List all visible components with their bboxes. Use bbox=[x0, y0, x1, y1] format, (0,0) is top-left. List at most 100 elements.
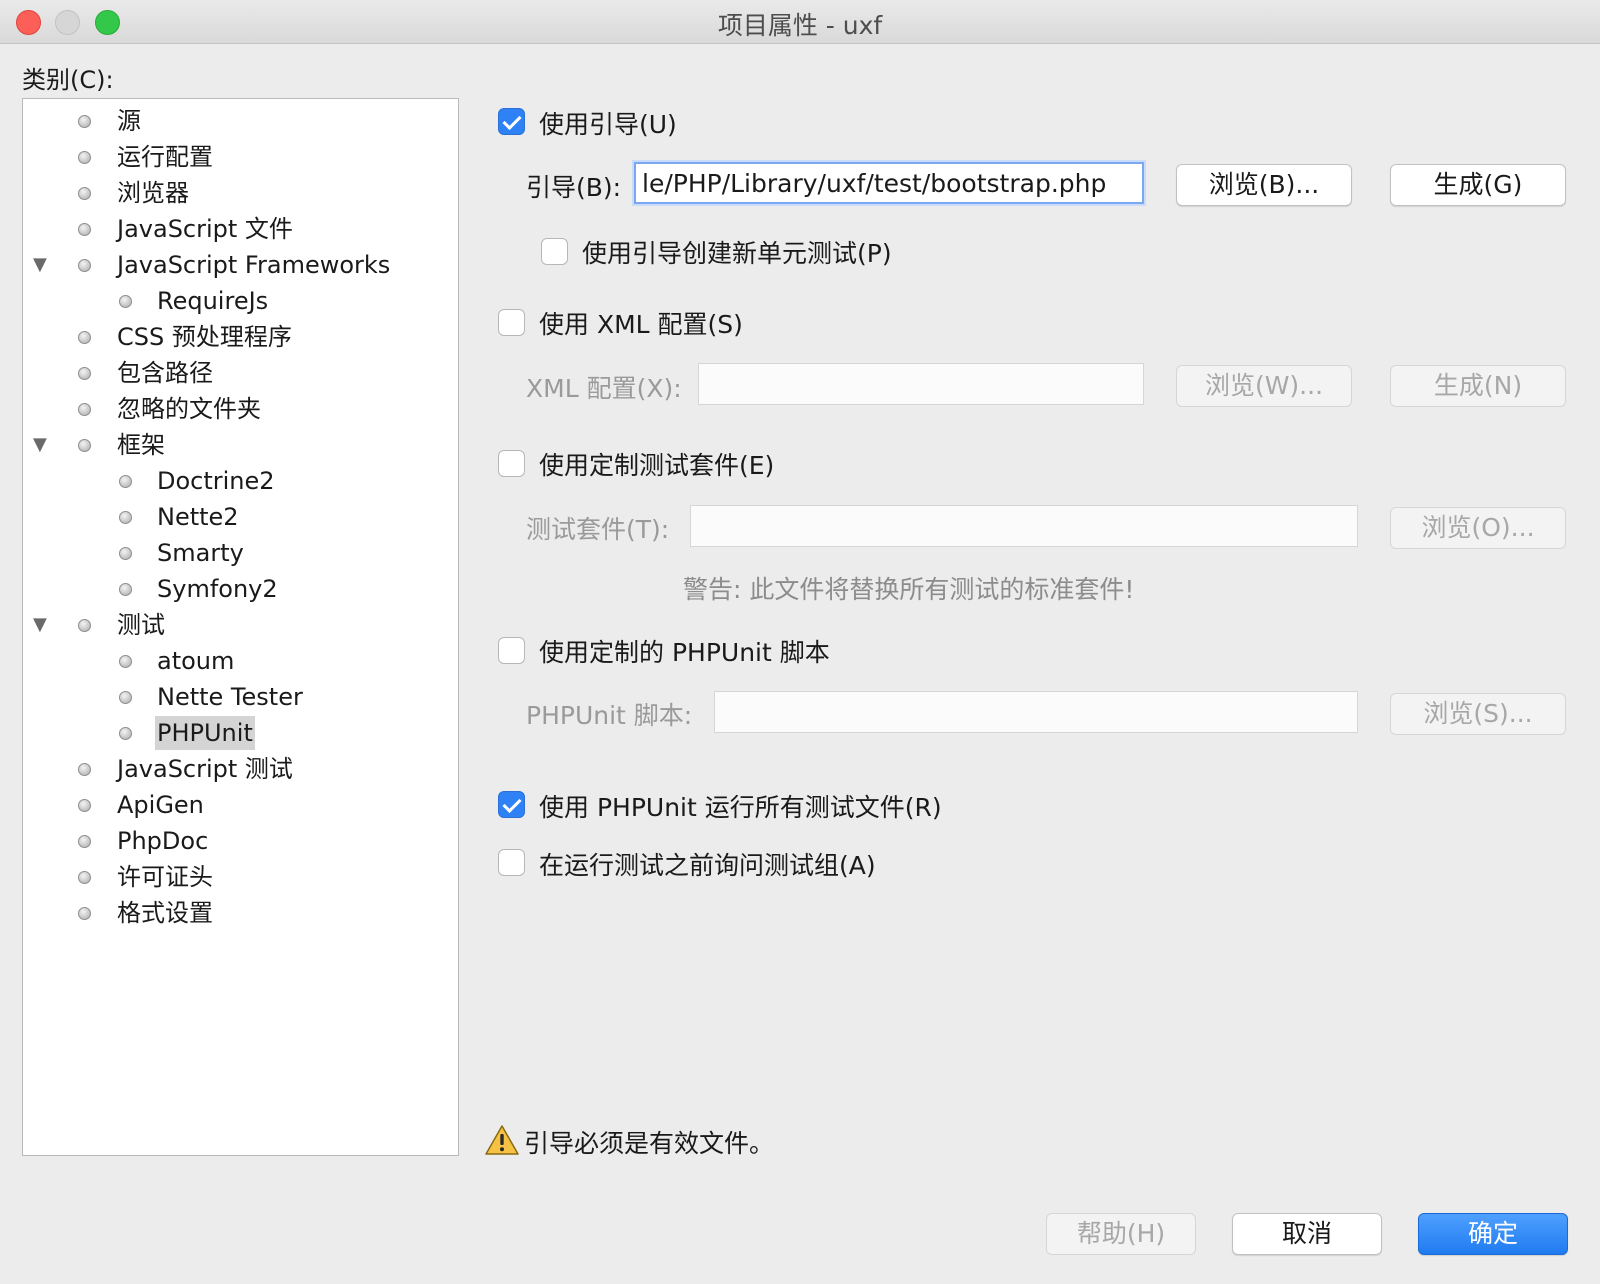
tree-item[interactable]: CSS 预处理程序 bbox=[23, 320, 458, 354]
node-bullet-icon bbox=[119, 547, 132, 560]
tree-item[interactable]: ▼ 框架 bbox=[23, 428, 458, 462]
tree-item-label: atoum bbox=[157, 647, 235, 675]
run-all-test-files-checkbox[interactable] bbox=[498, 791, 525, 818]
generate-xml-config-button[interactable]: 生成(N) bbox=[1390, 365, 1566, 407]
node-bullet-icon bbox=[78, 187, 91, 200]
tree-item-label: 框架 bbox=[117, 431, 165, 459]
node-bullet-icon bbox=[78, 439, 91, 452]
node-bullet-icon bbox=[119, 295, 132, 308]
expand-arrow-icon[interactable]: ▼ bbox=[33, 248, 47, 282]
node-bullet-icon bbox=[119, 727, 132, 740]
tree-item-label: CSS 预处理程序 bbox=[117, 323, 292, 351]
tree-item[interactable]: ▼ 测试 bbox=[23, 608, 458, 642]
tree-item-label: JavaScript 测试 bbox=[117, 755, 293, 783]
tree-item-label: Symfony2 bbox=[157, 575, 278, 603]
suite-warning-note: 警告: 此文件将替换所有测试的标准套件! bbox=[683, 575, 1135, 604]
create-tests-with-bootstrap-checkbox[interactable] bbox=[541, 238, 568, 265]
tree-item[interactable]: RequireJs bbox=[23, 284, 458, 318]
use-bootstrap-checkbox[interactable] bbox=[498, 108, 525, 135]
tree-item[interactable]: Smarty bbox=[23, 536, 458, 570]
tree-item[interactable]: ▼ JavaScript Frameworks bbox=[23, 248, 458, 282]
tree-item-label: 包含路径 bbox=[117, 359, 213, 387]
node-bullet-icon bbox=[78, 763, 91, 776]
tree-item[interactable]: 格式设置 bbox=[23, 896, 458, 930]
xml-config-input[interactable] bbox=[698, 363, 1144, 405]
node-bullet-icon bbox=[78, 871, 91, 884]
bootstrap-path-input[interactable] bbox=[634, 162, 1144, 204]
test-suite-field-label: 测试套件(T): bbox=[526, 515, 670, 544]
tree-item-label: JavaScript Frameworks bbox=[117, 251, 391, 279]
tree-item[interactable]: Nette Tester bbox=[23, 680, 458, 714]
xml-config-field-label: XML 配置(X): bbox=[526, 374, 682, 403]
ok-button[interactable]: 确定 bbox=[1418, 1213, 1568, 1255]
ask-test-groups-checkbox[interactable] bbox=[498, 849, 525, 876]
node-bullet-icon bbox=[78, 367, 91, 380]
node-bullet-icon bbox=[119, 511, 132, 524]
node-bullet-icon bbox=[78, 151, 91, 164]
tree-item[interactable]: PhpDoc bbox=[23, 824, 458, 858]
browse-bootstrap-button[interactable]: 浏览(B)... bbox=[1176, 164, 1352, 206]
tree-item[interactable]: 浏览器 bbox=[23, 176, 458, 210]
tree-item-label: 测试 bbox=[117, 611, 165, 639]
ask-test-groups-label: 在运行测试之前询问测试组(A) bbox=[539, 851, 876, 880]
tree-item-label: 忽略的文件夹 bbox=[117, 395, 261, 423]
project-properties-window: 项目属性 - uxf 类别(C): 源运行配置浏览器 JavaScript 文件 ▼… bbox=[0, 0, 1600, 1284]
test-suite-input[interactable] bbox=[690, 505, 1358, 547]
node-bullet-icon bbox=[78, 259, 91, 272]
help-button[interactable]: 帮助(H) bbox=[1046, 1213, 1196, 1255]
node-bullet-icon bbox=[78, 331, 91, 344]
title-bar[interactable]: 项目属性 - uxf bbox=[0, 0, 1600, 44]
tree-item-label: Nette Tester bbox=[157, 683, 303, 711]
run-all-test-files-label: 使用 PHPUnit 运行所有测试文件(R) bbox=[539, 793, 942, 822]
use-custom-suite-label: 使用定制测试套件(E) bbox=[539, 451, 775, 480]
generate-bootstrap-button[interactable]: 生成(G) bbox=[1390, 164, 1566, 206]
tree-item[interactable]: 源 bbox=[23, 104, 458, 138]
node-bullet-icon bbox=[78, 835, 91, 848]
phpunit-script-input[interactable] bbox=[714, 691, 1358, 733]
tree-item[interactable]: 许可证头 bbox=[23, 860, 458, 894]
tree-item[interactable]: JavaScript 文件 bbox=[23, 212, 458, 246]
tree-item-label: Nette2 bbox=[157, 503, 239, 531]
category-tree[interactable]: 源运行配置浏览器 JavaScript 文件 ▼ JavaScript Framewo… bbox=[22, 98, 459, 1156]
browse-xml-config-button[interactable]: 浏览(W)... bbox=[1176, 365, 1352, 407]
window-title: 项目属性 - uxf bbox=[717, 11, 883, 40]
tree-item-label: RequireJs bbox=[157, 287, 269, 315]
tree-item[interactable]: Symfony2 bbox=[23, 572, 458, 606]
use-xml-config-label: 使用 XML 配置(S) bbox=[539, 310, 743, 339]
tree-item-label: 源 bbox=[117, 107, 141, 135]
warning-icon bbox=[485, 1125, 519, 1155]
tree-item-label: ApiGen bbox=[117, 791, 204, 819]
tree-item-label: 格式设置 bbox=[117, 899, 213, 927]
expand-arrow-icon[interactable]: ▼ bbox=[33, 608, 47, 642]
tree-item[interactable]: 包含路径 bbox=[23, 356, 458, 390]
tree-item-label: PhpDoc bbox=[117, 827, 209, 855]
bootstrap-field-label: 引导(B): bbox=[526, 173, 622, 202]
cancel-button[interactable]: 取消 bbox=[1232, 1213, 1382, 1255]
tree-item[interactable]: Doctrine2 bbox=[23, 464, 458, 498]
tree-item[interactable]: ApiGen bbox=[23, 788, 458, 822]
use-custom-phpunit-script-checkbox[interactable] bbox=[498, 637, 525, 664]
node-bullet-icon bbox=[78, 403, 91, 416]
use-xml-config-checkbox[interactable] bbox=[498, 309, 525, 336]
use-custom-suite-checkbox[interactable] bbox=[498, 450, 525, 477]
browse-phpunit-script-button[interactable]: 浏览(S)... bbox=[1390, 693, 1566, 735]
node-bullet-icon bbox=[78, 115, 91, 128]
phpunit-script-field-label: PHPUnit 脚本: bbox=[526, 701, 693, 730]
category-label: 类别(C): bbox=[22, 66, 114, 94]
tree-item[interactable]: atoum bbox=[23, 644, 458, 678]
create-tests-with-bootstrap-label: 使用引导创建新单元测试(P) bbox=[582, 239, 892, 268]
tree-item-label: 浏览器 bbox=[117, 179, 189, 207]
tree-item[interactable]: 运行配置 bbox=[23, 140, 458, 174]
browse-test-suite-button[interactable]: 浏览(O)... bbox=[1390, 507, 1566, 549]
tree-item[interactable]: 忽略的文件夹 bbox=[23, 392, 458, 426]
tree-item[interactable]: Nette2 bbox=[23, 500, 458, 534]
tree-item-label: Smarty bbox=[157, 539, 244, 567]
expand-arrow-icon[interactable]: ▼ bbox=[33, 428, 47, 462]
tree-item-label: JavaScript 文件 bbox=[117, 215, 293, 243]
tree-item-label: 许可证头 bbox=[117, 863, 213, 891]
node-bullet-icon bbox=[119, 583, 132, 596]
use-bootstrap-label: 使用引导(U) bbox=[539, 110, 677, 139]
tree-item-label: Doctrine2 bbox=[157, 467, 275, 495]
tree-item[interactable]: JavaScript 测试 bbox=[23, 752, 458, 786]
tree-item[interactable]: PHPUnit bbox=[23, 716, 458, 750]
